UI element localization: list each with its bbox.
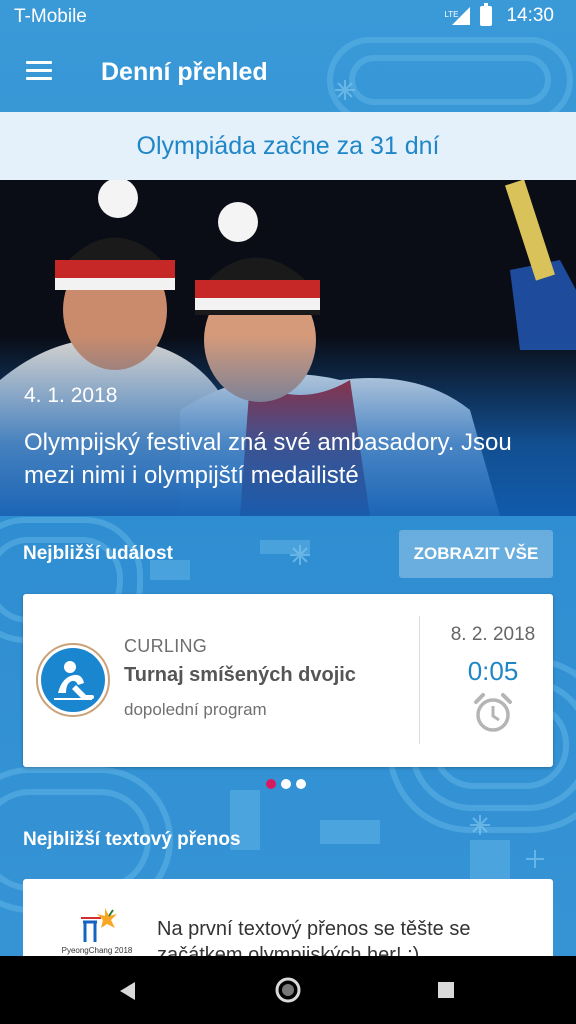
recents-icon[interactable] <box>437 981 455 999</box>
pager-dot[interactable] <box>281 779 291 789</box>
nearest-event-heading: Nejbližší událost <box>23 543 173 564</box>
menu-icon[interactable] <box>26 61 52 81</box>
event-date: 8. 2. 2018 <box>450 624 536 645</box>
home-icon[interactable] <box>274 976 302 1004</box>
page-title: Denní přehled <box>101 58 268 86</box>
lte-signal-icon: LTE <box>438 7 471 25</box>
event-sport: CURLING <box>124 636 208 656</box>
countdown-banner: Olympiáda začne za 31 dní <box>0 112 576 180</box>
status-icons: LTE 14:30 <box>438 3 554 27</box>
battery-icon <box>480 3 493 26</box>
event-time: 0:05 <box>467 656 519 686</box>
status-bar: T-Mobile LTE 14:30 <box>0 0 576 34</box>
network-type: LTE <box>444 10 459 19</box>
hero-title: Olympijský festival zná své ambasadory. … <box>24 429 512 489</box>
pager-dot[interactable] <box>266 779 276 789</box>
back-icon[interactable] <box>117 980 137 1002</box>
live-text-heading: Nejbližší textový přenos <box>23 829 241 850</box>
system-nav-bar <box>0 956 576 1024</box>
hero-article[interactable]: 4. 1. 2018 Olympijský festival zná své a… <box>0 180 576 516</box>
app-bar: Denní přehled <box>0 34 576 112</box>
divider <box>419 616 420 744</box>
hero-date: 4. 1. 2018 <box>24 384 118 407</box>
event-subtitle: dopolední program <box>124 700 267 719</box>
event-name: Turnaj smíšených dvojic <box>124 664 356 686</box>
pager-dot[interactable] <box>296 779 306 789</box>
show-all-button[interactable]: ZOBRAZIT VŠE <box>399 530 553 578</box>
event-card[interactable]: CURLING Turnaj smíšených dvojic dopoledn… <box>23 594 553 767</box>
pyeongchang-logo: PyeongChang 2018 <box>57 904 137 964</box>
carousel-pager <box>266 779 306 789</box>
carrier-name: T-Mobile <box>14 6 87 27</box>
logo-text: PyeongChang 2018 <box>61 946 133 955</box>
alarm-clock-icon[interactable] <box>472 692 514 734</box>
curling-icon <box>36 643 110 717</box>
clock: 14:30 <box>506 5 554 26</box>
